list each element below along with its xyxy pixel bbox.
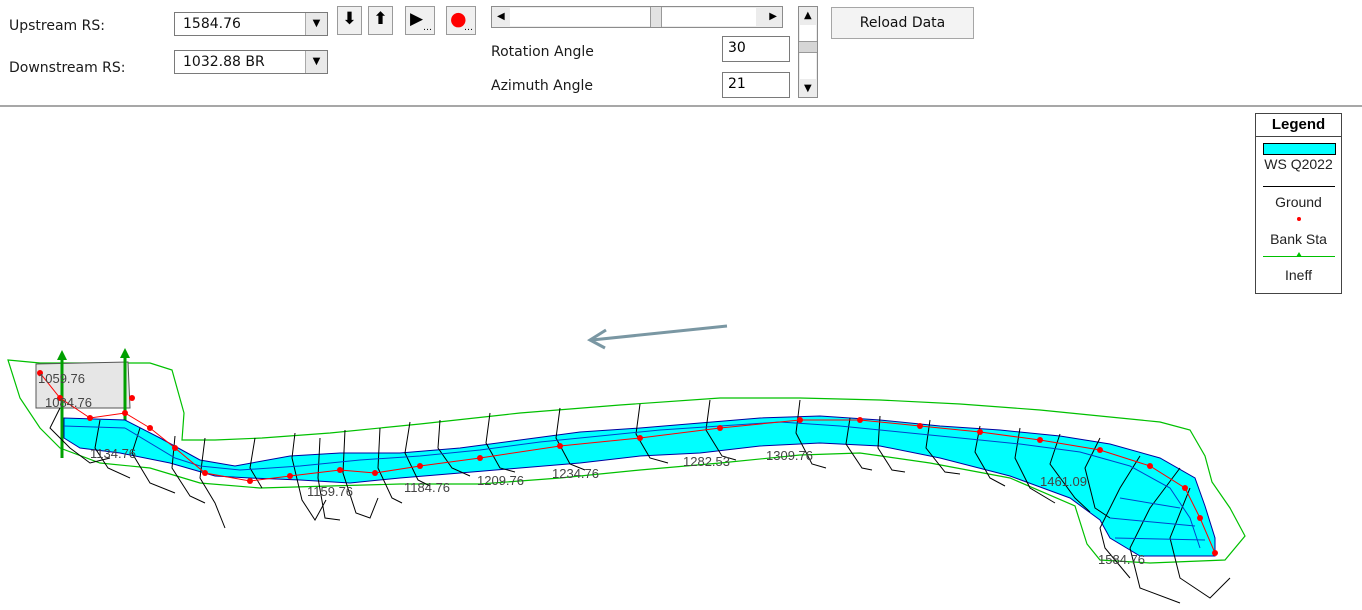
move-down-button[interactable]: ⬇ — [337, 6, 362, 35]
arrow-up-icon: ⬆ — [373, 9, 388, 29]
legend-title: Legend — [1271, 116, 1326, 133]
legend-swatch-water — [1263, 143, 1336, 155]
scroll-right-icon[interactable]: ▶ — [769, 11, 777, 22]
rotation-slider[interactable]: ◀ ▶ — [491, 6, 783, 28]
chevron-down-icon[interactable]: ▼ — [305, 51, 327, 73]
azimuth-scrollbar[interactable]: ▲ ▼ — [798, 6, 818, 98]
downstream-rs-select[interactable]: 1032.88 BR ▼ — [174, 50, 328, 74]
reload-data-button[interactable]: Reload Data — [831, 7, 974, 39]
scroll-left-icon[interactable]: ◀ — [497, 11, 505, 22]
ellipsis-icon: … — [464, 23, 473, 33]
xs-perspective-plot[interactable]: 1059.76 1084.76 1134.76 1159.76 1184.76 … — [0, 108, 1362, 610]
rs-label: 1309.76 — [766, 448, 813, 463]
rs-label: 1234.76 — [552, 466, 599, 481]
toolbar-separator — [0, 105, 1362, 107]
rs-label: 1084.76 — [45, 395, 92, 410]
azimuth-scrollbar-thumb[interactable] — [799, 41, 817, 53]
play-animation-button[interactable]: ▶ … — [405, 6, 435, 35]
legend-swatch-ground — [1263, 186, 1335, 187]
rs-label: 1059.76 — [38, 371, 85, 386]
downstream-rs-label: Downstream RS: — [9, 60, 126, 76]
move-up-button[interactable]: ⬆ — [368, 6, 393, 35]
rotation-slider-track — [510, 8, 756, 26]
rotation-slider-thumb[interactable] — [650, 7, 662, 27]
rs-label: 1134.76 — [90, 446, 136, 461]
azimuth-angle-label: Azimuth Angle — [491, 78, 593, 94]
flow-direction-arrow — [587, 324, 728, 350]
rotation-angle-value: 30 — [728, 40, 746, 56]
legend: Legend WS Q2022 Ground Bank Sta Ineff — [1255, 113, 1342, 294]
ineff-marker-tip — [57, 350, 67, 360]
azimuth-angle-value: 21 — [728, 76, 746, 92]
ineff-marker-tip — [120, 348, 130, 358]
rs-label: 1159.76 — [307, 484, 353, 499]
legend-swatch-ineff-tip — [1296, 252, 1302, 257]
legend-item-ws: WS Q2022 — [1264, 156, 1333, 172]
legend-item-ground: Ground — [1275, 194, 1322, 210]
upstream-rs-label: Upstream RS: — [9, 18, 105, 34]
rs-label: 1461.09 — [1040, 474, 1087, 489]
upstream-rs-value: 1584.76 — [183, 16, 241, 32]
rs-label: 1584.76 — [1098, 552, 1145, 567]
downstream-rs-value: 1032.88 BR — [183, 54, 265, 70]
legend-item-ineff: Ineff — [1285, 267, 1312, 283]
chevron-down-icon[interactable]: ▼ — [305, 13, 327, 35]
legend-swatch-bank — [1297, 217, 1301, 221]
ellipsis-icon: … — [423, 23, 432, 33]
record-animation-button[interactable]: ● … — [446, 6, 476, 35]
rs-label: 1184.76 — [404, 480, 450, 495]
scroll-down-icon[interactable]: ▼ — [804, 83, 812, 94]
rs-label: 1209.76 — [477, 473, 524, 488]
rotation-angle-field[interactable]: 30 — [722, 36, 790, 62]
scroll-up-icon[interactable]: ▲ — [804, 10, 812, 21]
upstream-rs-select[interactable]: 1584.76 ▼ — [174, 12, 328, 36]
legend-divider — [1256, 136, 1341, 137]
rs-label: 1282.53 — [683, 454, 730, 469]
arrow-down-icon: ⬇ — [342, 9, 357, 29]
rotation-angle-label: Rotation Angle — [491, 44, 594, 60]
azimuth-angle-field[interactable]: 21 — [722, 72, 790, 98]
legend-item-bank: Bank Sta — [1270, 231, 1327, 247]
